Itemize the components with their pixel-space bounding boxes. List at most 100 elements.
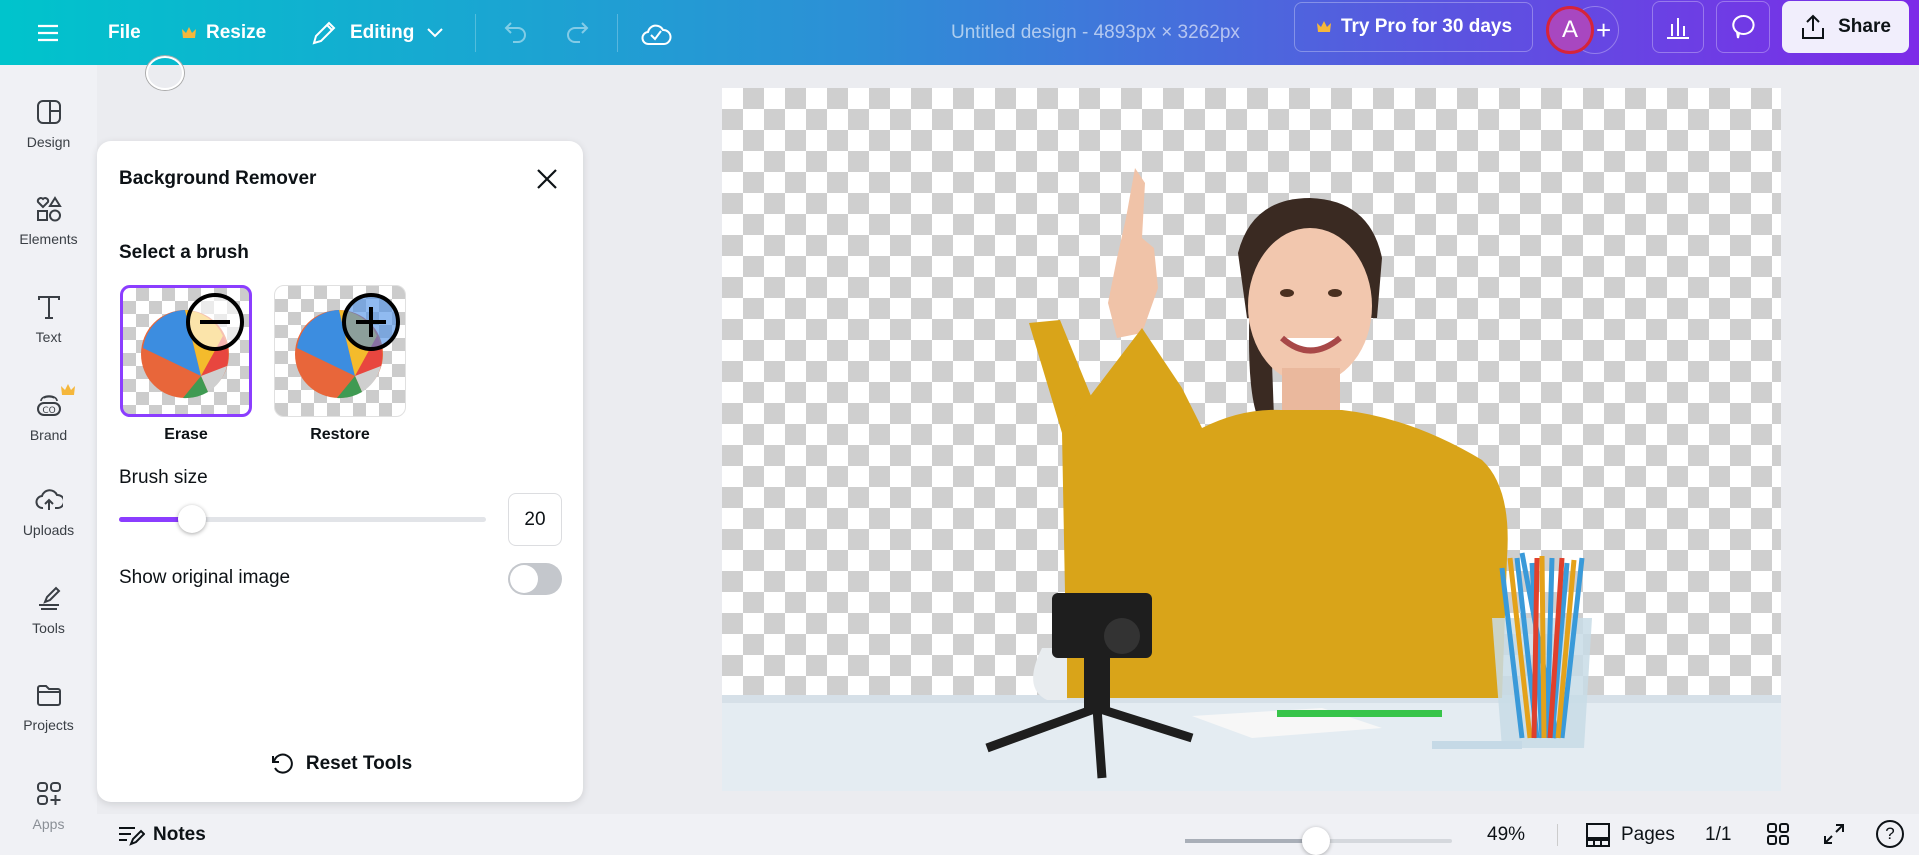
- try-pro-button[interactable]: Try Pro for 30 days: [1294, 2, 1533, 52]
- toggle-knob: [510, 565, 538, 593]
- shapes-icon: [36, 196, 62, 222]
- top-bar: File Resize Editing Untitled design - 48…: [0, 0, 1919, 65]
- plus-icon: +: [1596, 15, 1612, 45]
- help-button[interactable]: ?: [1876, 820, 1904, 848]
- close-icon: [537, 169, 557, 189]
- sidebar-item-label: Apps: [32, 816, 65, 832]
- redo-button[interactable]: [563, 0, 591, 65]
- pages-button[interactable]: Pages: [1585, 814, 1675, 855]
- grid-view-icon: [1767, 823, 1789, 845]
- share-button[interactable]: Share: [1782, 1, 1909, 53]
- panel-title: Background Remover: [119, 168, 317, 189]
- sidebar-item-label: Projects: [23, 717, 74, 733]
- slider-thumb[interactable]: [178, 505, 207, 533]
- erase-label: Erase: [164, 426, 208, 443]
- save-status-button[interactable]: [640, 0, 672, 65]
- sidebar-item-design[interactable]: Design: [0, 98, 97, 150]
- avatar[interactable]: A: [1546, 6, 1594, 54]
- sidebar-item-brand[interactable]: CO Brand: [0, 384, 97, 443]
- expand-icon: [1824, 824, 1844, 844]
- menu-button[interactable]: [36, 0, 60, 65]
- share-upload-icon: [1802, 14, 1825, 39]
- show-original-label: Show original image: [119, 567, 291, 588]
- resize-label: Resize: [206, 21, 267, 43]
- comment-icon: [1732, 14, 1755, 39]
- question-icon: ?: [1885, 824, 1895, 843]
- zoom-slider-thumb[interactable]: [1301, 827, 1330, 855]
- apps-grid-icon: [36, 782, 61, 805]
- chevron-down-icon: [427, 27, 444, 37]
- bar-chart-icon: [1667, 18, 1689, 39]
- reset-tools-label: Reset Tools: [305, 753, 413, 774]
- select-brush-heading: Select a brush: [119, 242, 249, 263]
- brush-size-label: Brush size: [119, 467, 208, 488]
- pages-label: Pages: [1621, 823, 1675, 845]
- show-original-toggle[interactable]: [508, 563, 562, 595]
- background-remover-panel: Background Remover Select a brush Erase: [97, 141, 583, 802]
- sidebar-item-label: Tools: [32, 620, 65, 636]
- avatar-initial: A: [1561, 16, 1578, 43]
- sidebar-item-projects[interactable]: Projects: [0, 681, 97, 733]
- bottom-bar: Notes 49% Pages 1/1 ?: [97, 814, 1919, 855]
- file-label: File: [108, 21, 141, 43]
- design-title[interactable]: Untitled design - 4893px × 3262px: [951, 0, 1240, 65]
- sidebar-item-label: Uploads: [22, 522, 75, 538]
- text-t-icon: [37, 296, 60, 319]
- analytics-button[interactable]: [1652, 1, 1704, 53]
- divider: [475, 14, 476, 52]
- beach-ball-restore-icon: [295, 293, 400, 399]
- photo-subject: [722, 168, 1781, 791]
- sidebar: Design Elements Text CO Brand Uploads To…: [0, 65, 97, 855]
- editing-label: Editing: [350, 21, 415, 43]
- comments-button[interactable]: [1716, 1, 1770, 53]
- erase-brush-option[interactable]: [120, 285, 252, 417]
- brush-size-slider[interactable]: [119, 505, 486, 533]
- sidebar-item-text[interactable]: Text: [0, 293, 97, 345]
- grid-view-button[interactable]: [1766, 822, 1790, 852]
- sidebar-item-label: Text: [35, 329, 62, 345]
- sidebar-item-tools[interactable]: Tools: [0, 584, 97, 636]
- pencil-icon: [312, 21, 336, 44]
- sidebar-item-apps[interactable]: Apps: [0, 780, 97, 832]
- sidebar-item-label: Brand: [29, 427, 68, 443]
- zoom-slider[interactable]: [1185, 827, 1452, 855]
- design-title-text: Untitled design - 4893px × 3262px: [951, 21, 1240, 43]
- brush-size-input[interactable]: 20: [508, 493, 562, 546]
- reset-tools-button[interactable]: Reset Tools: [97, 751, 583, 777]
- resize-button[interactable]: Resize: [180, 0, 266, 65]
- draw-tools-icon: [38, 586, 60, 610]
- zoom-slider-fill: [1185, 839, 1316, 843]
- restore-brush-option[interactable]: [274, 285, 406, 417]
- svg-text:CO: CO: [42, 406, 55, 416]
- divider: [1557, 824, 1558, 846]
- notes-button[interactable]: Notes: [117, 814, 206, 855]
- cloud-check-icon: [641, 24, 672, 45]
- folder-icon: [36, 685, 61, 706]
- crown-icon: [182, 26, 196, 38]
- restore-label: Restore: [310, 426, 370, 443]
- undo-button[interactable]: [502, 0, 530, 65]
- fullscreen-button[interactable]: [1822, 822, 1846, 852]
- sidebar-item-label: Design: [26, 134, 71, 150]
- undo-icon: [504, 21, 526, 43]
- notes-icon: [119, 826, 145, 846]
- sidebar-item-uploads[interactable]: Uploads: [0, 486, 97, 538]
- design-canvas[interactable]: [722, 88, 1781, 791]
- editing-mode-button[interactable]: Editing: [310, 0, 444, 65]
- brush-cursor: [146, 56, 184, 90]
- beach-ball-erase-icon: [141, 293, 244, 399]
- close-button[interactable]: [534, 166, 560, 192]
- try-pro-label: Try Pro for 30 days: [1340, 16, 1513, 37]
- sidebar-item-elements[interactable]: Elements: [0, 195, 97, 247]
- notes-label: Notes: [153, 823, 206, 845]
- crown-icon: [1316, 21, 1331, 32]
- page-count: 1/1: [1705, 824, 1732, 845]
- brand-kit-icon: CO: [36, 395, 61, 416]
- cloud-upload-icon: [35, 489, 63, 510]
- hamburger-icon: [38, 24, 58, 41]
- zoom-percentage[interactable]: 49%: [1487, 824, 1525, 846]
- share-label: Share: [1838, 16, 1891, 37]
- file-menu[interactable]: File: [108, 0, 141, 65]
- reset-rotate-icon: [271, 753, 293, 774]
- divider: [617, 14, 618, 52]
